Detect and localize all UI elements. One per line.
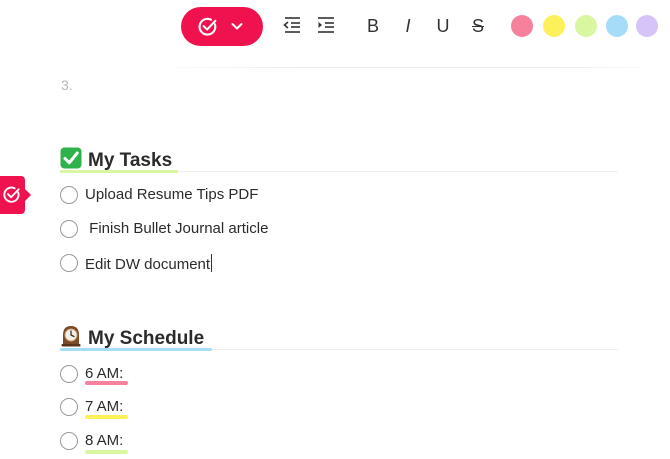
check-circle-icon bbox=[3, 186, 20, 203]
schedule-checkbox[interactable] bbox=[60, 398, 78, 416]
tasks-heading[interactable]: My Tasks bbox=[60, 147, 172, 172]
color-swatch-pink[interactable] bbox=[511, 15, 533, 37]
bold-button[interactable]: B bbox=[364, 15, 382, 37]
task-checkbox[interactable] bbox=[60, 186, 78, 204]
text-cursor bbox=[211, 254, 213, 272]
task-label-active[interactable]: Edit DW document bbox=[85, 254, 213, 273]
time-highlight bbox=[85, 450, 128, 454]
chevron-down-icon bbox=[231, 23, 243, 30]
task-checkbox[interactable] bbox=[60, 220, 78, 238]
tasks-heading-text: My Tasks bbox=[88, 150, 173, 171]
indent-increase-icon[interactable] bbox=[316, 15, 336, 35]
task-item: Edit DW document bbox=[60, 253, 360, 275]
schedule-label[interactable]: 7 AM: bbox=[85, 398, 123, 415]
time-highlight bbox=[85, 381, 128, 385]
underline-button[interactable]: U bbox=[434, 15, 452, 37]
block-type-dropdown[interactable] bbox=[181, 7, 263, 46]
color-swatch-yellow[interactable] bbox=[543, 15, 565, 37]
editor-page: B I U S 3. My Tasks Upload Resume Tips P… bbox=[0, 0, 670, 459]
color-swatch-purple[interactable] bbox=[636, 15, 658, 37]
check-mark-button-icon bbox=[60, 147, 82, 169]
task-label-text: Edit DW document bbox=[85, 256, 211, 273]
task-item: Upload Resume Tips PDF bbox=[60, 185, 360, 207]
check-circle-icon bbox=[198, 17, 217, 36]
color-swatch-blue[interactable] bbox=[606, 15, 628, 37]
toolbar-divider bbox=[145, 67, 665, 68]
task-checkbox[interactable] bbox=[60, 254, 78, 272]
time-highlight bbox=[85, 415, 128, 419]
list-number: 3. bbox=[61, 77, 73, 93]
block-handle-tab[interactable] bbox=[0, 176, 31, 214]
schedule-heading-rule bbox=[212, 349, 618, 350]
schedule-checkbox[interactable] bbox=[60, 365, 78, 383]
indent-decrease-icon[interactable] bbox=[282, 15, 302, 35]
schedule-label[interactable]: 6 AM: bbox=[85, 365, 123, 382]
task-item: Finish Bullet Journal article bbox=[60, 219, 360, 241]
task-label[interactable]: Upload Resume Tips PDF bbox=[85, 186, 258, 203]
schedule-label[interactable]: 8 AM: bbox=[85, 432, 123, 449]
formatting-toolbar: B I U S bbox=[0, 0, 670, 56]
italic-button[interactable]: I bbox=[399, 15, 417, 37]
task-label[interactable]: Finish Bullet Journal article bbox=[85, 220, 268, 237]
schedule-heading-text: My Schedule bbox=[88, 328, 205, 349]
side-tab-arrow bbox=[25, 189, 31, 201]
mantelpiece-clock-icon bbox=[61, 326, 81, 347]
tasks-heading-underline bbox=[60, 170, 178, 173]
strikethrough-button[interactable]: S bbox=[469, 15, 487, 37]
tasks-heading-rule bbox=[178, 171, 618, 172]
schedule-heading-underline bbox=[60, 348, 212, 351]
color-swatch-green[interactable] bbox=[575, 15, 597, 37]
schedule-checkbox[interactable] bbox=[60, 432, 78, 450]
schedule-heading[interactable]: My Schedule bbox=[60, 325, 204, 350]
